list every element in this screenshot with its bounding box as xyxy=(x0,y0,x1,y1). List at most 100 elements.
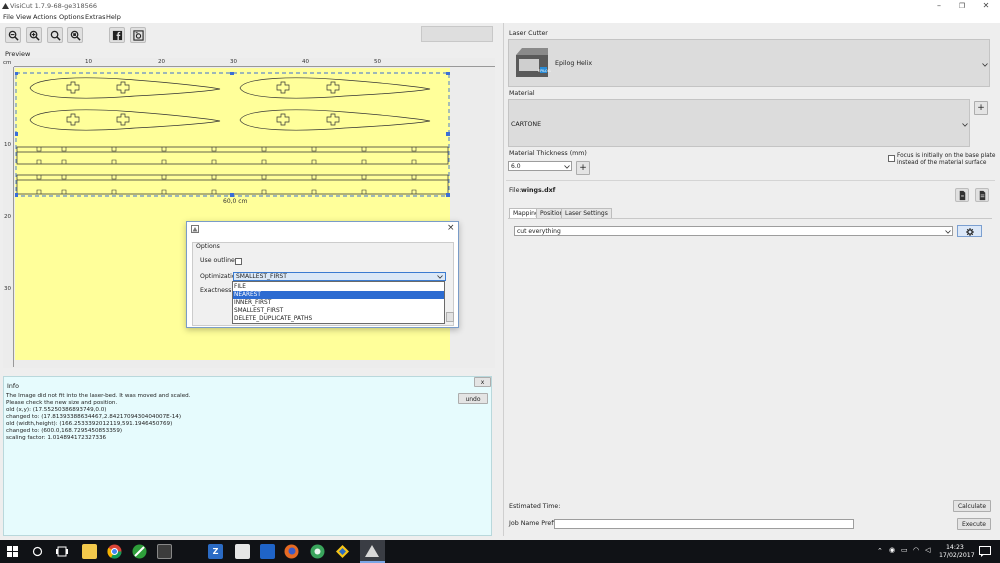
wifi-icon[interactable]: ◠ xyxy=(913,546,919,554)
info-line: changed to: (17.81393388634467,2.8421709… xyxy=(6,414,182,420)
selection-handle xyxy=(15,193,18,197)
selection-handle xyxy=(230,193,234,197)
mapping-select[interactable]: cut everything xyxy=(514,226,953,236)
undo-button[interactable]: undo xyxy=(458,393,488,404)
menu-actions[interactable]: Actions xyxy=(33,13,57,21)
start-icon[interactable] xyxy=(7,546,18,557)
selection-handle xyxy=(230,72,234,75)
ruler-unit: cm xyxy=(3,60,12,66)
cross-cutout xyxy=(66,81,80,94)
maximize-button[interactable]: ❐ xyxy=(955,1,969,11)
app-icon-2[interactable] xyxy=(260,544,275,559)
dropdown-option-inner-first[interactable]: INNER_FIRST xyxy=(233,299,444,307)
laser-cutter-device-icon xyxy=(516,48,548,77)
file-label: File: xyxy=(509,187,522,194)
device-badge: EPILOG xyxy=(538,69,551,73)
facebook-icon xyxy=(112,30,122,40)
info-panel: Info The Image did not fit into the lase… xyxy=(3,376,492,536)
menu-view[interactable]: View xyxy=(16,13,31,21)
optimization-select[interactable]: SMALLEST_FIRST xyxy=(233,272,446,281)
material-select[interactable]: CARTONE xyxy=(508,99,970,147)
optimization-dropdown-list[interactable]: FILE NEAREST INNER_FIRST SMALLEST_FIRST … xyxy=(232,281,445,324)
app-z-icon[interactable]: Z xyxy=(208,544,223,559)
selection-handle xyxy=(446,132,450,136)
close-button[interactable]: ✕ xyxy=(979,1,993,11)
zoom-in-button[interactable] xyxy=(26,27,42,43)
zoom-reset-button[interactable] xyxy=(67,27,83,43)
chevron-down-icon xyxy=(982,63,988,67)
chrome-icon[interactable] xyxy=(107,544,122,559)
zoom-out-button[interactable] xyxy=(5,27,21,43)
visicut-logo-icon xyxy=(2,3,9,9)
info-close-button[interactable]: x xyxy=(474,377,491,387)
menu-help[interactable]: Help xyxy=(106,13,121,21)
task-view-icon[interactable] xyxy=(56,546,68,557)
app-icon[interactable] xyxy=(157,544,172,559)
tray-app-icon[interactable]: ◉ xyxy=(889,546,895,554)
notifications-icon[interactable] xyxy=(979,546,991,557)
selection-rectangle xyxy=(15,72,450,197)
dropdown-option-smallest-first[interactable]: SMALLEST_FIRST xyxy=(233,307,444,315)
battery-icon[interactable]: ▭ xyxy=(901,546,908,554)
file-properties-button[interactable] xyxy=(975,188,989,202)
dropdown-option-nearest[interactable]: NEAREST xyxy=(233,291,444,299)
wing-profile xyxy=(29,109,221,131)
add-thickness-button[interactable]: + xyxy=(576,161,590,175)
tab-laser-settings[interactable]: Laser Settings xyxy=(561,208,612,218)
info-line: changed to: (600.0,168.7295450853359) xyxy=(6,428,123,434)
tool-icon[interactable] xyxy=(132,544,147,559)
mapping-settings-button[interactable] xyxy=(957,225,982,237)
execute-button[interactable]: Execute xyxy=(957,518,991,530)
menu-file[interactable]: File xyxy=(3,13,14,21)
firefox-icon[interactable] xyxy=(284,544,299,559)
dropdown-option-delete-duplicate-paths[interactable]: DELETE_DUPLICATE_PATHS xyxy=(233,315,444,323)
selection-handle xyxy=(15,72,18,75)
info-line: Please check the new size and position. xyxy=(6,400,118,406)
use-outline-checkbox[interactable] xyxy=(235,258,242,265)
cross-cutout xyxy=(326,81,340,94)
laser-cutter-select[interactable]: EPILOG Epilog Helix xyxy=(508,39,990,87)
file-open-button[interactable] xyxy=(955,188,969,202)
dropdown-option-file[interactable]: FILE xyxy=(233,283,444,291)
file-explorer-icon[interactable] xyxy=(82,544,97,559)
wing-profile xyxy=(239,109,431,131)
divider xyxy=(506,180,995,181)
facebook-button[interactable] xyxy=(109,27,125,43)
minimize-button[interactable]: – xyxy=(932,1,946,11)
visicut-taskbar-button[interactable] xyxy=(360,540,385,563)
ruler-tick-20: 20 xyxy=(158,59,165,65)
cut-parts-drawing[interactable] xyxy=(15,72,450,197)
zoom-out-icon xyxy=(8,30,19,41)
thickness-select[interactable]: 6.0 xyxy=(508,161,572,171)
job-name-input[interactable] xyxy=(554,519,854,529)
info-line: The Image did not fit into the laser-bed… xyxy=(6,393,191,399)
cross-cutout xyxy=(66,113,80,126)
thickness-label: Material Thickness (mm) xyxy=(509,150,587,157)
ruler-tick-10: 10 xyxy=(85,59,92,65)
ruler-tick-left-10: 10 xyxy=(4,142,11,148)
clock-date[interactable]: 17/02/2017 xyxy=(939,552,975,559)
info-line: scaling factor: 1.014894172327336 xyxy=(6,435,107,441)
calculator-icon[interactable] xyxy=(235,544,250,559)
add-material-button[interactable]: + xyxy=(974,101,988,115)
menu-extras[interactable]: Extras xyxy=(85,13,106,21)
options-group-label: Options xyxy=(196,243,220,250)
calculate-button[interactable]: Calculate xyxy=(953,500,991,512)
volume-icon[interactable]: ◁ xyxy=(925,546,930,554)
laser-cutter-label: Laser Cutter xyxy=(509,30,548,37)
search-icon[interactable] xyxy=(32,546,43,557)
dialog-close-button[interactable]: × xyxy=(447,223,455,233)
menu-bar: File View Actions Options Extras Help xyxy=(0,12,1000,23)
camera-button[interactable] xyxy=(130,27,146,43)
dialog-ok-button-partial[interactable] xyxy=(446,312,454,322)
file-icon xyxy=(959,190,965,200)
app-icon-4[interactable] xyxy=(335,544,350,559)
clock-time[interactable]: 14:23 xyxy=(946,544,964,551)
optimization-value: SMALLEST_FIRST xyxy=(236,273,287,280)
menu-options[interactable]: Options xyxy=(59,13,84,21)
focus-checkbox[interactable] xyxy=(888,155,895,162)
tray-chevron-icon[interactable]: ⌃ xyxy=(877,547,883,555)
app-icon-3[interactable] xyxy=(310,544,325,559)
exactness-label: Exactness xyxy=(200,287,232,294)
zoom-fit-button[interactable] xyxy=(47,27,63,43)
